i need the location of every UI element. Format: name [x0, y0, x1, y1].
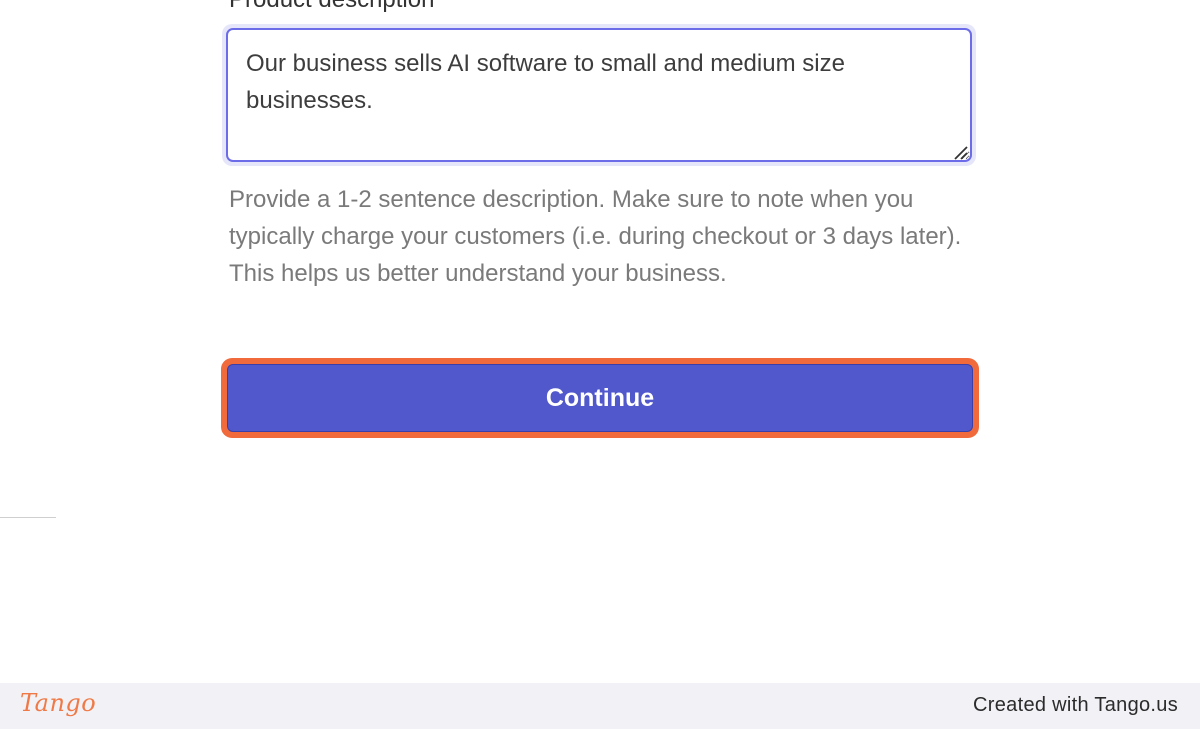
description-field-focus-ring: Our business sells AI software to small …	[222, 24, 976, 166]
page: Product description Our business sells A…	[0, 0, 1200, 729]
resize-handle-icon[interactable]	[952, 144, 968, 160]
product-description-label: Product description	[229, 0, 434, 14]
product-description-input[interactable]: Our business sells AI software to small …	[226, 28, 972, 162]
side-divider	[0, 517, 56, 518]
footer-bar: Tango Created with Tango.us	[0, 683, 1200, 729]
footer-credit: Created with Tango.us	[973, 694, 1178, 716]
continue-button[interactable]: Continue	[227, 364, 973, 432]
continue-button-highlight: Continue	[221, 358, 979, 438]
description-helper-text: Provide a 1-2 sentence description. Make…	[229, 186, 962, 287]
tango-logo: Tango	[20, 689, 97, 717]
